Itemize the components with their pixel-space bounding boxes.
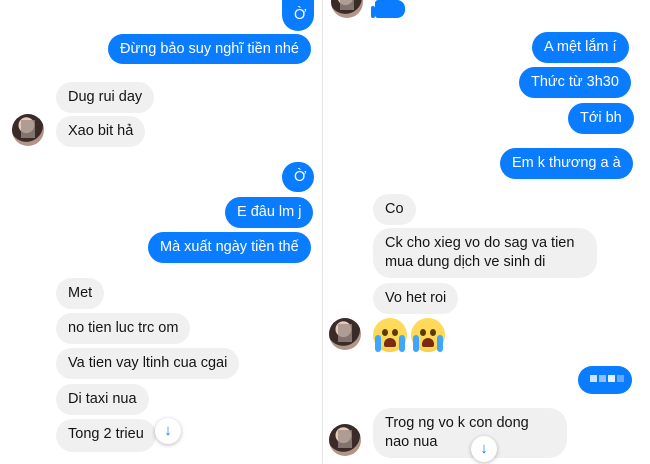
outgoing-message: Ờ xyxy=(282,162,314,192)
outgoing-message: Tới bh xyxy=(568,103,634,134)
incoming-message: Co xyxy=(373,194,416,225)
outgoing-message: A mệt lắm í xyxy=(532,32,629,63)
outgoing-message: Ờ xyxy=(282,0,314,31)
incoming-message: Vo het roi xyxy=(373,283,459,314)
chat-pane-right: A mệt lắm í Thức từ 3h30 Tới bh Em k thư… xyxy=(322,0,650,464)
incoming-message: Va tien vay ltinh cua cgai xyxy=(56,348,240,379)
outgoing-message: E đâu lm j xyxy=(225,197,314,228)
incoming-message: no tien luc trc om xyxy=(56,313,191,344)
chat-pane-left: Ờ Đừng bảo suy nghĩ tiền nhé Dug rui day… xyxy=(0,0,322,464)
incoming-message: Trog ng vo k con dong nao nua xyxy=(373,408,567,458)
contact-avatar[interactable] xyxy=(331,0,363,18)
incoming-message: Dug rui day xyxy=(56,82,155,113)
scroll-down-button[interactable]: ↓ xyxy=(155,418,181,444)
crying-emoji-icon xyxy=(411,318,445,352)
incoming-message: Met xyxy=(56,278,105,309)
outgoing-message-censored xyxy=(578,366,632,394)
avatar-blur xyxy=(338,430,352,448)
contact-avatar[interactable] xyxy=(12,114,44,146)
incoming-message: Ck cho xieg vo do sag va tien mua dung d… xyxy=(373,228,597,278)
incoming-message: Xao bit hả xyxy=(56,116,146,147)
contact-avatar[interactable] xyxy=(329,424,361,456)
avatar-blur xyxy=(21,120,35,138)
avatar-blur xyxy=(340,0,354,10)
arrow-down-icon: ↓ xyxy=(164,422,172,439)
outgoing-message: Em k thương a à xyxy=(500,148,633,179)
scroll-down-button[interactable]: ↓ xyxy=(471,436,497,462)
outgoing-message: Thức từ 3h30 xyxy=(519,67,631,98)
censored-text xyxy=(590,375,624,382)
arrow-down-icon: ↓ xyxy=(480,440,488,457)
incoming-message: Tong 2 trieu xyxy=(56,419,156,452)
avatar-blur xyxy=(338,324,352,342)
incoming-message: Di taxi nua xyxy=(56,384,149,415)
contact-avatar[interactable] xyxy=(329,318,361,350)
thumbs-up-icon xyxy=(371,0,405,18)
crying-emoji-icon xyxy=(373,318,407,352)
outgoing-message: Mà xuất ngày tiền thế xyxy=(148,232,311,263)
outgoing-message: Đừng bảo suy nghĩ tiền nhé xyxy=(108,34,311,64)
